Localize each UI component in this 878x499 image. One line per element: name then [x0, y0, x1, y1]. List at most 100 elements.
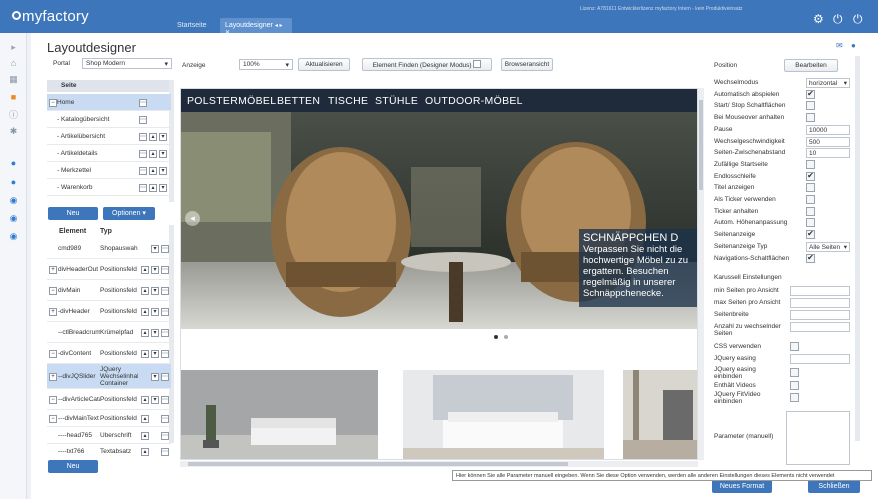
move-down-icon[interactable]: ▾	[159, 150, 167, 158]
move-down-icon[interactable]: ▾	[159, 184, 167, 192]
videos-checkbox[interactable]	[790, 381, 799, 390]
property-input[interactable]: 10000	[806, 124, 850, 135]
element-row-selected[interactable]: + --divJQSlider JQuery Wechselinhalt Conta…	[47, 364, 171, 389]
move-up-icon[interactable]: ▴	[141, 308, 149, 316]
find-element-button[interactable]: Element Finden (Designer Modus)	[362, 58, 492, 71]
notification-icon[interactable]: ■	[8, 92, 19, 102]
row-action-icon[interactable]: ⋯	[161, 350, 169, 358]
tree-row[interactable]: - Merkzettel ⋯ ▴ ▾	[47, 162, 171, 179]
move-up-icon[interactable]: ▴	[149, 133, 157, 141]
properties-scrollbar[interactable]	[855, 56, 860, 441]
property-checkbox[interactable]: ✔	[806, 253, 815, 263]
slider-dot[interactable]	[504, 335, 508, 339]
row-action-icon[interactable]: ⋯	[139, 167, 147, 175]
collapse-icon[interactable]: −	[49, 415, 57, 423]
property-select[interactable]: horizontal ▾	[806, 78, 850, 88]
property-input[interactable]: 500	[806, 136, 850, 147]
preview-hscroll[interactable]	[180, 461, 698, 467]
move-down-icon[interactable]: ▾	[151, 373, 159, 381]
element-row[interactable]: ----head765 Überschrift ▴ ⋯	[47, 427, 171, 444]
property-checkbox[interactable]	[806, 101, 815, 111]
row-action-icon[interactable]: ⋯	[139, 150, 147, 158]
options-button[interactable]: Optionen ▾	[103, 207, 155, 220]
edit-button[interactable]: Bearbeiten	[784, 59, 838, 72]
tree-row-home[interactable]: − Home ⋯	[47, 94, 171, 111]
page-width-input[interactable]	[790, 310, 850, 320]
tree-row[interactable]: - Artikelübersicht ⋯ ▴ ▾	[47, 128, 171, 145]
property-checkbox[interactable]	[806, 183, 815, 193]
app-logo[interactable]: myfactory	[12, 8, 89, 25]
collapse-icon[interactable]: −	[49, 99, 57, 107]
row-action-icon[interactable]: ⋯	[139, 133, 147, 141]
move-up-icon[interactable]: ▴	[141, 350, 149, 358]
move-up-icon[interactable]: ▴	[141, 329, 149, 337]
gear-icon[interactable]: ⚙	[813, 12, 824, 26]
help-icon[interactable]: ●	[851, 41, 856, 50]
tree-row[interactable]: - Katalogübersicht ⋯	[47, 111, 171, 128]
settings-icon[interactable]: ◉	[8, 195, 19, 205]
slider-prev-icon[interactable]: ◂	[185, 211, 200, 226]
expand-icon[interactable]: +	[49, 266, 57, 274]
move-down-icon[interactable]: ▾	[159, 133, 167, 141]
nav-item[interactable]: STÜHLE	[375, 95, 418, 107]
calendar-icon[interactable]: ▦	[8, 74, 19, 84]
expand-icon[interactable]: +	[49, 373, 57, 381]
move-up-icon[interactable]: ▴	[141, 415, 149, 423]
expand-arrow-icon[interactable]: ▸	[8, 42, 19, 52]
move-down-icon[interactable]: ▾	[151, 329, 159, 337]
mail-icon[interactable]: ✉	[836, 41, 843, 50]
easing-embed-checkbox[interactable]	[790, 368, 799, 377]
row-action-icon[interactable]: ⋯	[139, 116, 147, 124]
property-checkbox[interactable]	[806, 206, 815, 216]
new-format-button[interactable]: Neues Format	[712, 480, 772, 493]
row-action-icon[interactable]: ⋯	[161, 245, 169, 253]
pages-to-switch-input[interactable]	[790, 322, 850, 332]
row-action-icon[interactable]: ⋯	[161, 396, 169, 404]
property-checkbox[interactable]: ✔	[806, 171, 815, 181]
portal-select[interactable]: Shop Modern	[82, 58, 172, 69]
slider-dot-active[interactable]	[494, 335, 498, 339]
collapse-icon[interactable]: −	[49, 287, 57, 295]
element-row[interactable]: --ctlBreadcrumb Krümelpfad ▴ ▾ ⋯	[47, 322, 171, 343]
element-row[interactable]: + divHeaderOut Positionsfeld ▴ ▾ ⋯	[47, 259, 171, 280]
expand-icon[interactable]: +	[49, 308, 57, 316]
element-row[interactable]: − ---divMainText Positionsfeld ▴ ⋯	[47, 410, 171, 427]
element-row[interactable]: cmd989 Shopauswahl ▾ ⋯	[47, 238, 171, 259]
tree-row[interactable]: - Artikeldetails ⋯ ▴ ▾	[47, 145, 171, 162]
home-icon[interactable]: ⌂	[8, 58, 19, 68]
move-up-icon[interactable]: ▴	[149, 150, 157, 158]
info-icon[interactable]: ⓘ	[8, 110, 19, 120]
row-action-icon[interactable]: ⋯	[161, 448, 169, 456]
property-checkbox[interactable]	[806, 195, 815, 204]
nav-item[interactable]: OUTDOOR-MÖBEL	[425, 95, 523, 107]
logout-icon[interactable]: ⏻	[853, 12, 863, 27]
fitvideo-checkbox[interactable]	[790, 393, 799, 402]
tree-row[interactable]: - Warenkorb ⋯ ▴ ▾	[47, 179, 171, 196]
row-action-icon[interactable]: ⋯	[161, 266, 169, 274]
new-page-button[interactable]: Neu	[48, 207, 98, 220]
row-action-icon[interactable]: ⋯	[161, 308, 169, 316]
element-row[interactable]: − --divArticleCata Positionsfeld ▴ ▾ ⋯	[47, 389, 171, 410]
image-slider[interactable]: POLSTERMÖBEL BETTEN TISCHE STÜHLE OUTDOO…	[181, 89, 697, 329]
move-down-icon[interactable]: ▾	[151, 396, 159, 404]
database-icon[interactable]: ●	[8, 158, 19, 168]
move-up-icon[interactable]: ▴	[141, 266, 149, 274]
nav-item[interactable]: BETTEN	[277, 95, 320, 107]
move-up-icon[interactable]: ▴	[149, 167, 157, 175]
row-action-icon[interactable]: ⋯	[161, 287, 169, 295]
move-down-icon[interactable]: ▾	[151, 308, 159, 316]
max-pages-input[interactable]	[790, 298, 850, 308]
refresh-button[interactable]: Aktualisieren	[298, 58, 350, 71]
property-checkbox[interactable]: ✔	[806, 230, 815, 240]
new-element-button[interactable]: Neu	[48, 460, 98, 473]
apps-icon[interactable]: ◉	[8, 231, 19, 241]
row-action-icon[interactable]: ⋯	[161, 415, 169, 423]
zoom-select[interactable]: 100%	[239, 59, 293, 70]
move-down-icon[interactable]: ▾	[151, 266, 159, 274]
move-down-icon[interactable]: ▾	[151, 350, 159, 358]
row-action-icon[interactable]: ⋯	[139, 99, 147, 107]
move-up-icon[interactable]: ▴	[141, 287, 149, 295]
close-button[interactable]: Schließen	[808, 480, 860, 493]
collapse-icon[interactable]: −	[49, 350, 57, 358]
jquery-easing-input[interactable]	[790, 354, 850, 364]
